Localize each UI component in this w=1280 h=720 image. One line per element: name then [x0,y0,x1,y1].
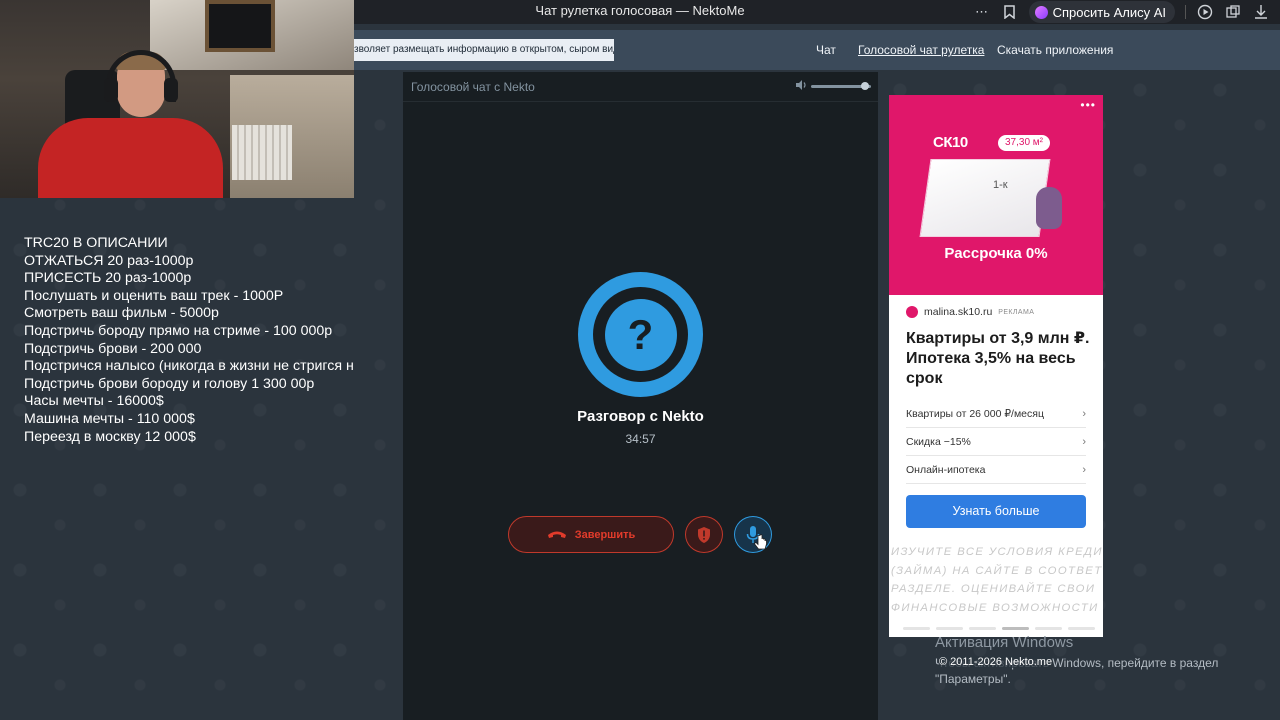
donation-line: Послушать и оценить ваш трек - 1000Р [24,287,284,304]
nav-link-voice-chat[interactable]: Голосовой чат рулетка [858,43,984,57]
donation-line: Подстричь брови бороду и голову 1 300 00… [24,375,315,392]
bookmark-icon[interactable] [1001,3,1019,21]
ad-favicon-icon [906,306,918,318]
donation-line: ОТЖАТЬСЯ 20 раз-1000р [24,252,194,269]
ad-area-badge: 37,30 м² [998,135,1051,151]
donation-line: ПРИСЕСТЬ 20 раз-1000р [24,270,192,287]
nav-link-download-apps[interactable]: Скачать приложения [997,43,1113,57]
play-icon[interactable] [1196,3,1214,21]
donation-line: Часы мечты - 16000$ [24,393,164,410]
end-call-label: Завершить [574,528,636,541]
end-call-button[interactable]: Завершить [508,516,674,553]
ad-link-row[interactable]: Онлайн-ипотека › [906,456,1086,484]
shield-alert-icon [698,526,710,543]
ad-badge: РЕКЛАМА [998,308,1035,316]
share-icon[interactable] [1224,3,1242,21]
donation-line: Подстричся налысо (никогда в жизни не ст… [24,358,354,375]
chat-header: Голосовой чат с Nekto [403,72,878,102]
ad-domain: malina.sk10.ru [924,306,993,318]
divider [1185,5,1186,19]
donation-line: TRC20 В ОПИСАНИИ [24,235,168,251]
mouse-cursor-icon [754,534,767,550]
ad-banner-image[interactable]: ••• СК10 37,30 м² 1-к Рассрочка 0% [889,95,1103,295]
ad-title[interactable]: Квартиры от 3,9 млн ₽. Ипотека 3,5% на в… [906,329,1096,389]
donation-line: Смотреть ваш фильм - 5000р [24,305,219,322]
hang-up-icon [547,526,567,544]
warning-banner: зволяет размещать информацию в открытом,… [354,39,614,61]
alice-label: Спросить Алису AI [1052,4,1166,20]
ad-menu-icon[interactable]: ••• [1080,98,1096,112]
webcam-overlay [0,0,354,198]
report-button[interactable] [685,516,723,553]
donation-line: Машина мечты - 110 000$ [24,410,195,427]
peer-avatar: ? [578,272,703,397]
raccoon-mascot-icon [1036,187,1062,229]
advertisement[interactable]: ••• СК10 37,30 м² 1-к Рассрочка 0% malin… [889,95,1103,637]
ad-cta-button[interactable]: Узнать больше [906,495,1086,528]
apartment-plan-illustration [919,159,1051,237]
ad-link-row[interactable]: Квартиры от 26 000 ₽/месяц › [906,400,1086,428]
ad-image-headline: Рассрочка 0% [944,245,1048,262]
alice-icon [1034,5,1048,19]
chevron-right-icon: › [1082,435,1086,448]
volume-icon[interactable] [795,79,808,94]
chevron-right-icon: › [1082,407,1086,420]
ad-disclaimer: ИЗУЧИТЕ ВСЕ УСЛОВИЯ КРЕДИТА (ЗАЙМА) НА С… [891,546,1103,614]
more-icon[interactable]: ⋯ [973,3,991,21]
voice-chat-panel: Голосовой чат с Nekto ? Разговор с Nekto… [403,72,878,720]
site-copyright: © 2011-2026 Nekto.me [939,656,1053,668]
windows-activation-title: Активация Windows [935,634,1074,651]
chat-header-title: Голосовой чат с Nekto [411,80,535,94]
ad-source[interactable]: malina.sk10.ru РЕКЛАМА [906,306,1034,318]
ad-brand-logo: СК10 [933,134,968,151]
donation-line: Подстричь бороду прямо на стриме - 100 0… [24,322,333,339]
stream-donation-list: TRC20 В ОПИСАНИИ ОТЖАТЬСЯ 20 раз-1000р П… [24,235,376,446]
nav-link-chat[interactable]: Чат [816,43,836,57]
call-timer: 34:57 [625,432,656,446]
ad-carousel-indicator [903,627,1095,630]
volume-slider-handle[interactable] [861,82,869,90]
ad-link-row[interactable]: Скидка −15% › [906,428,1086,456]
donation-line: Переезд в москву 12 000$ [24,428,196,445]
chevron-right-icon: › [1082,463,1086,476]
donation-line: Подстричь брови - 200 000 [24,340,202,357]
browser-actions: ⋯ Спросить Алису AI [973,0,1280,24]
alice-button[interactable]: Спросить Алису AI [1028,1,1175,23]
download-icon[interactable] [1252,3,1270,21]
question-mark-icon: ? [604,298,677,371]
ad-room-label: 1-к [993,179,1008,191]
peer-name: Разговор с Nekto [577,408,704,425]
